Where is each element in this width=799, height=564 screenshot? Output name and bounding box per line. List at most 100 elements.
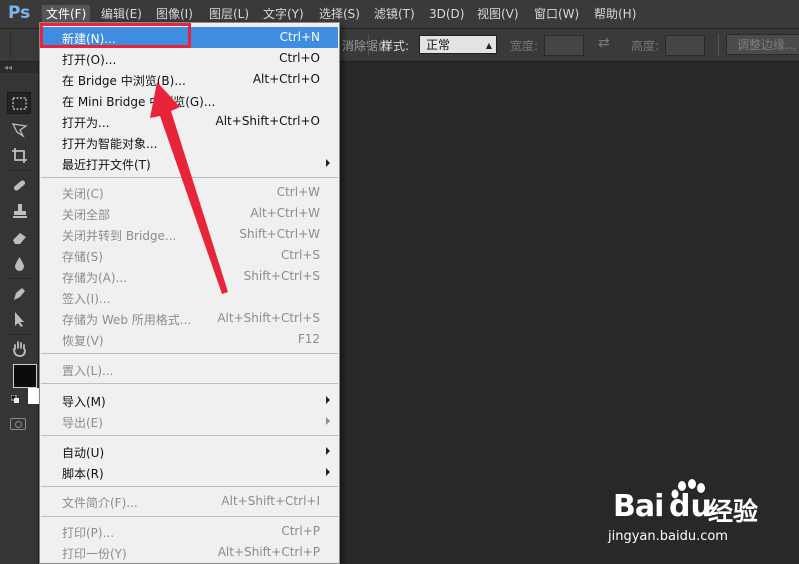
menu-item-export[interactable]: 导出(E) bbox=[41, 411, 338, 432]
menu-item-open[interactable]: 打开(O)... Ctrl+O bbox=[41, 48, 338, 69]
menu-item-print[interactable]: 打印(P)... Ctrl+P bbox=[41, 521, 338, 542]
menu-item-shortcut: Shift+Ctrl+W bbox=[239, 227, 320, 241]
refine-edge-button[interactable]: 调整边缘... bbox=[726, 34, 799, 55]
menu-item-file-info[interactable]: 文件简介(F)... Alt+Shift+Ctrl+I bbox=[41, 491, 338, 512]
menu-item-open-as[interactable]: 打开为... Alt+Shift+Ctrl+O bbox=[41, 111, 338, 132]
menu-item-close[interactable]: 关闭(C) Ctrl+W bbox=[41, 182, 338, 203]
menu-item-label: 签入(I)... bbox=[62, 292, 111, 306]
menu-item-print-one-copy[interactable]: 打印一份(Y) Alt+Shift+Ctrl+P bbox=[41, 542, 338, 563]
menu-separator bbox=[41, 486, 338, 487]
background-color-swatch[interactable] bbox=[28, 388, 39, 404]
blur-drop-icon[interactable] bbox=[7, 252, 31, 274]
menu-item-place[interactable]: 置入(L)... bbox=[41, 359, 338, 380]
tools-panel: ◂◂ bbox=[0, 62, 39, 564]
menu-help[interactable]: 帮助(H) bbox=[590, 5, 640, 24]
menu-item-open-smart-object[interactable]: 打开为智能对象... bbox=[41, 132, 338, 153]
submenu-arrow-icon bbox=[326, 396, 330, 404]
menu-item-shortcut: Ctrl+P bbox=[281, 524, 320, 538]
menu-item-label: 最近打开文件(T) bbox=[62, 158, 151, 172]
menu-item-shortcut: Ctrl+S bbox=[280, 248, 320, 262]
menu-item-label: 置入(L)... bbox=[62, 364, 114, 378]
options-divider bbox=[718, 34, 719, 56]
menu-item-shortcut: Alt+Shift+Ctrl+P bbox=[217, 545, 320, 559]
baidu-watermark-bai: Bai bbox=[613, 489, 664, 524]
style-label: 样式: bbox=[381, 39, 410, 53]
tools-divider bbox=[6, 334, 32, 335]
baidu-watermark-du: du bbox=[669, 489, 712, 524]
submenu-arrow-icon bbox=[326, 468, 330, 476]
menu-item-close-go-bridge[interactable]: 关闭并转到 Bridge... Shift+Ctrl+W bbox=[41, 224, 338, 245]
menu-separator bbox=[41, 177, 338, 178]
menu-item-label: 存储为 Web 所用格式... bbox=[62, 313, 192, 327]
height-label: 高度: bbox=[631, 39, 660, 53]
menu-item-check-in[interactable]: 签入(I)... bbox=[41, 287, 338, 308]
menu-window[interactable]: 窗口(W) bbox=[530, 5, 583, 24]
menu-item-save[interactable]: 存储(S) Ctrl+S bbox=[41, 245, 338, 266]
menu-item-label: 自动(U) bbox=[62, 446, 105, 460]
stamp-icon[interactable] bbox=[7, 200, 31, 222]
menu-item-label: 打印(P)... bbox=[62, 526, 115, 540]
pen-icon[interactable] bbox=[7, 282, 31, 304]
baidu-watermark-jingyan: 经验 bbox=[708, 497, 759, 526]
menu-item-shortcut: Shift+Ctrl+S bbox=[243, 269, 320, 283]
submenu-arrow-icon bbox=[326, 159, 330, 167]
menu-item-shortcut: Alt+Ctrl+W bbox=[250, 206, 320, 220]
menu-item-label: 文件简介(F)... bbox=[62, 496, 138, 510]
collapse-arrows-icon[interactable]: ◂◂ bbox=[0, 62, 38, 73]
hand-icon[interactable] bbox=[7, 337, 31, 359]
foreground-color-swatch[interactable] bbox=[13, 364, 37, 388]
submenu-arrow-icon bbox=[326, 447, 330, 455]
file-menu-dropdown: 新建(N)... Ctrl+N 打开(O)... Ctrl+O 在 Bridge… bbox=[39, 22, 340, 564]
options-bar-grip[interactable] bbox=[0, 32, 11, 58]
width-label: 宽度: bbox=[510, 39, 539, 53]
photoshop-logo: Ps bbox=[8, 3, 31, 23]
menu-3d[interactable]: 3D(D) bbox=[425, 5, 468, 24]
menu-item-scripts[interactable]: 脚本(R) bbox=[41, 462, 338, 483]
menu-item-label: 在 Mini Bridge 中浏览(G)... bbox=[62, 95, 216, 109]
menu-item-browse-bridge[interactable]: 在 Bridge 中浏览(B)... Alt+Ctrl+O bbox=[41, 69, 338, 90]
width-input[interactable] bbox=[544, 35, 584, 56]
menu-item-label: 脚本(R) bbox=[62, 467, 104, 481]
tools-divider bbox=[6, 278, 32, 279]
menu-separator bbox=[41, 353, 338, 354]
menu-item-import[interactable]: 导入(M) bbox=[41, 390, 338, 411]
swap-arrows-icon[interactable]: ⇄ bbox=[598, 35, 610, 51]
lasso-icon[interactable] bbox=[7, 118, 31, 140]
style-select[interactable]: 正常 ▲ bbox=[419, 35, 497, 54]
crop-icon[interactable] bbox=[7, 144, 31, 166]
menu-item-label: 导出(E) bbox=[62, 416, 103, 430]
reset-colors-icon[interactable] bbox=[11, 395, 19, 403]
height-input[interactable] bbox=[665, 35, 705, 56]
rect-marquee-icon[interactable] bbox=[7, 92, 31, 114]
eraser-icon[interactable] bbox=[7, 226, 31, 248]
menu-separator bbox=[41, 435, 338, 436]
menu-item-label: 恢复(V) bbox=[62, 334, 104, 348]
menu-item-label: 打开为... bbox=[62, 116, 110, 130]
menu-item-shortcut: Ctrl+N bbox=[279, 30, 320, 44]
menu-item-recent-files[interactable]: 最近打开文件(T) bbox=[41, 153, 338, 174]
menu-item-label: 关闭全部 bbox=[62, 208, 111, 222]
menu-item-browse-mini-bridge[interactable]: 在 Mini Bridge 中浏览(G)... bbox=[41, 90, 338, 111]
menu-view[interactable]: 视图(V) bbox=[473, 5, 523, 24]
menu-item-automate[interactable]: 自动(U) bbox=[41, 441, 338, 462]
quick-mask-icon[interactable] bbox=[10, 418, 26, 430]
path-select-icon[interactable] bbox=[7, 308, 31, 330]
menu-item-shortcut: Ctrl+O bbox=[279, 51, 320, 65]
menu-item-close-all[interactable]: 关闭全部 Alt+Ctrl+W bbox=[41, 203, 338, 224]
menu-item-label: 关闭并转到 Bridge... bbox=[62, 229, 177, 243]
menu-item-label: 存储(S) bbox=[62, 250, 103, 264]
menu-item-shortcut: Ctrl+W bbox=[276, 185, 320, 199]
style-select-value: 正常 bbox=[426, 38, 451, 52]
red-highlight-box bbox=[40, 23, 191, 48]
baidu-watermark-url: jingyan.baidu.com bbox=[608, 529, 728, 544]
menu-item-save-as[interactable]: 存储为(A)... Shift+Ctrl+S bbox=[41, 266, 338, 287]
menu-item-revert[interactable]: 恢复(V) F12 bbox=[41, 329, 338, 350]
menu-item-shortcut: F12 bbox=[297, 332, 320, 346]
menu-filter[interactable]: 滤镜(T) bbox=[370, 5, 419, 24]
menu-item-label: 打开为智能对象... bbox=[62, 137, 158, 151]
healing-brush-icon[interactable] bbox=[7, 174, 31, 196]
menu-separator bbox=[41, 516, 338, 517]
menu-item-label: 打印一份(Y) bbox=[62, 547, 127, 561]
tools-divider bbox=[6, 170, 32, 171]
menu-item-save-for-web[interactable]: 存储为 Web 所用格式... Alt+Shift+Ctrl+S bbox=[41, 308, 338, 329]
